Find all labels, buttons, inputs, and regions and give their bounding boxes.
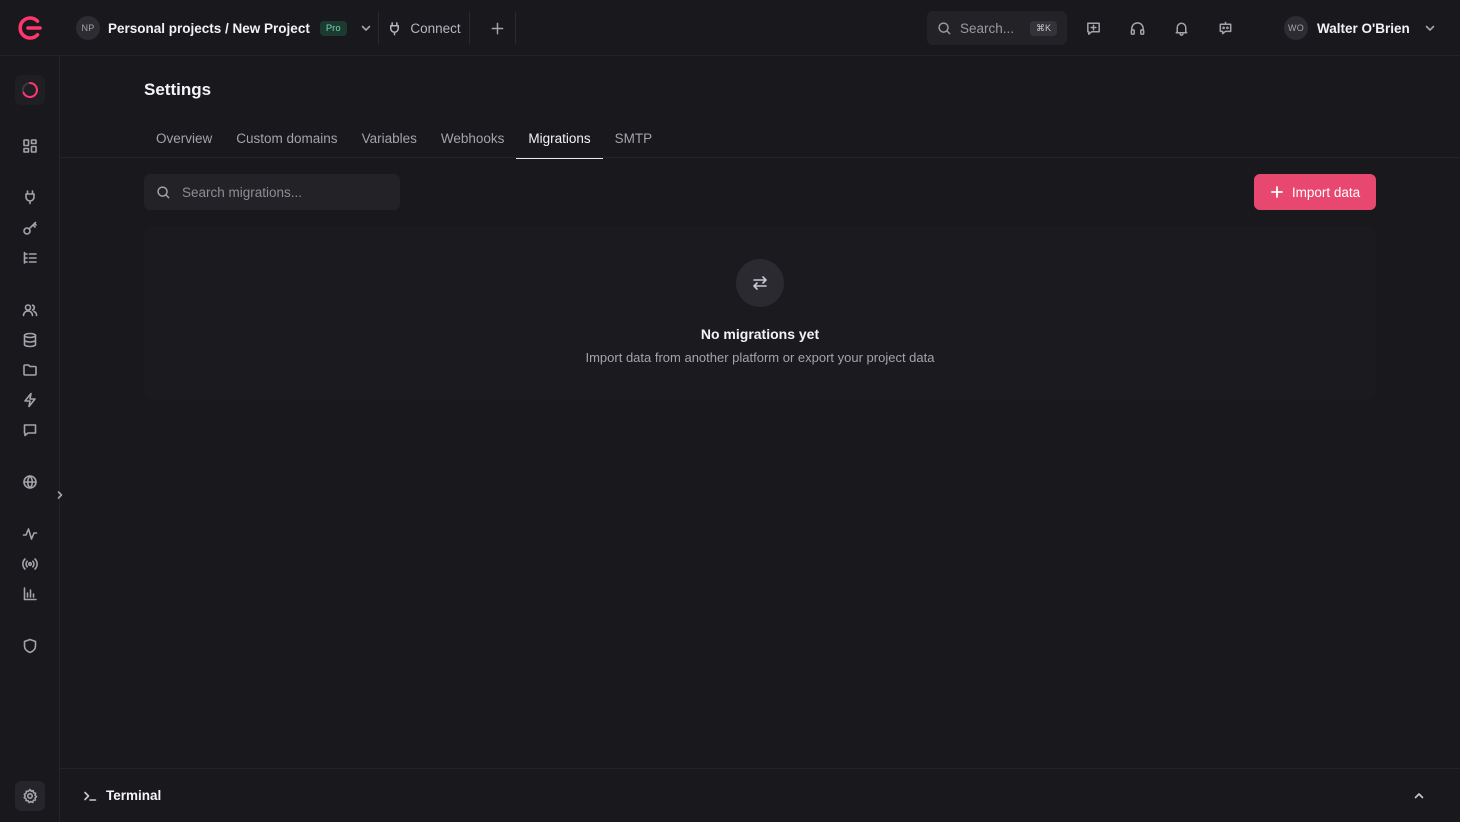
chevron-down-icon: [1423, 21, 1437, 35]
plug-icon: [22, 189, 38, 205]
plus-icon: [1270, 185, 1284, 199]
chevron-down-icon: [359, 21, 373, 35]
tab-webhooks[interactable]: Webhooks: [429, 118, 517, 158]
spinner-icon: [20, 80, 40, 100]
shortcut-badge: ⌘K: [1029, 20, 1057, 36]
sidebar-item-messaging[interactable]: [15, 415, 45, 445]
top-bar: NP Personal projects / New Project Pro C…: [0, 0, 1460, 56]
chevron-right-icon: [54, 489, 66, 501]
sidebar-item-loading: [15, 75, 45, 105]
sidebar-item-storage[interactable]: [15, 355, 45, 385]
terminal-bar[interactable]: Terminal: [60, 768, 1460, 822]
sidebar-item-usage[interactable]: [15, 579, 45, 609]
project-name: Personal projects / New Project: [108, 20, 310, 36]
sidebar-item-users[interactable]: [15, 295, 45, 325]
terminal-label: Terminal: [106, 788, 162, 803]
empty-state-title: No migrations yet: [700, 326, 820, 342]
globe-icon: [22, 474, 38, 490]
plan-badge: Pro: [319, 20, 347, 36]
key-icon: [22, 220, 38, 236]
connect-label: Connect: [410, 20, 461, 36]
feedback-icon[interactable]: [1081, 16, 1105, 40]
database-icon: [22, 332, 38, 348]
project-switcher[interactable]: NP Personal projects / New Project Pro: [76, 16, 373, 40]
sidebar-item-security[interactable]: [15, 631, 45, 661]
sidebar: [0, 56, 63, 822]
activity-icon: [22, 526, 38, 542]
sidebar-item-auth-keys[interactable]: [15, 213, 45, 243]
connect-button[interactable]: Connect: [378, 12, 470, 44]
list-icon: [22, 250, 38, 266]
search-migrations-input[interactable]: [182, 184, 382, 200]
empty-state-subtitle: Import data from another platform or exp…: [585, 350, 935, 365]
project-avatar: NP: [76, 16, 100, 40]
terminal-icon: [83, 789, 97, 803]
appwrite-logo-icon[interactable]: [17, 15, 43, 41]
global-search-placeholder: Search...: [960, 20, 1015, 36]
search-icon: [156, 185, 171, 200]
tab-overview[interactable]: Overview: [144, 118, 224, 158]
sidebar-item-databases[interactable]: [15, 325, 45, 355]
plug-icon: [387, 21, 402, 36]
tab-smtp[interactable]: SMTP: [603, 118, 665, 158]
sidebar-item-functions[interactable]: [15, 385, 45, 415]
sidebar-item-integrations[interactable]: [15, 182, 45, 212]
add-button[interactable]: [480, 12, 516, 44]
chevron-up-icon[interactable]: [1412, 789, 1426, 803]
message-icon: [22, 422, 38, 438]
page-title: Settings: [144, 80, 212, 99]
sidebar-expand-button[interactable]: [51, 485, 69, 505]
sidebar-item-activity[interactable]: [15, 519, 45, 549]
sidebar-item-settings[interactable]: [15, 781, 45, 811]
grid-icon: [22, 138, 38, 154]
bolt-icon: [22, 392, 38, 408]
avatar: WO: [1284, 16, 1308, 40]
assistant-icon[interactable]: [1213, 16, 1237, 40]
user-name: Walter O'Brien: [1317, 20, 1410, 36]
swap-arrows-icon: [736, 259, 784, 307]
tab-migrations[interactable]: Migrations: [516, 118, 603, 159]
gear-icon: [22, 788, 38, 804]
global-search[interactable]: Search... ⌘K: [927, 11, 1067, 45]
shield-icon: [22, 638, 38, 654]
import-data-button[interactable]: Import data: [1254, 174, 1376, 210]
search-icon: [937, 21, 952, 36]
broadcast-icon: [22, 556, 38, 572]
sidebar-item-realtime[interactable]: [15, 549, 45, 579]
settings-tabs: Overview Custom domains Variables Webhoo…: [144, 118, 665, 159]
sidebar-item-logs[interactable]: [15, 243, 45, 273]
headphones-icon[interactable]: [1125, 16, 1149, 40]
tab-variables[interactable]: Variables: [350, 118, 429, 158]
migrations-search: [144, 174, 400, 210]
tabs-divider: [60, 157, 1460, 158]
import-data-label: Import data: [1291, 184, 1361, 200]
bell-icon[interactable]: [1169, 16, 1193, 40]
empty-state: No migrations yet Import data from anoth…: [144, 226, 1376, 400]
sidebar-item-sites[interactable]: [15, 467, 45, 497]
user-menu[interactable]: WO Walter O'Brien: [1284, 16, 1437, 40]
users-icon: [22, 302, 38, 318]
folder-icon: [22, 362, 38, 378]
tab-custom-domains[interactable]: Custom domains: [224, 118, 349, 158]
bar-chart-icon: [22, 586, 38, 602]
sidebar-item-overview[interactable]: [15, 131, 45, 161]
plus-icon: [490, 21, 505, 36]
